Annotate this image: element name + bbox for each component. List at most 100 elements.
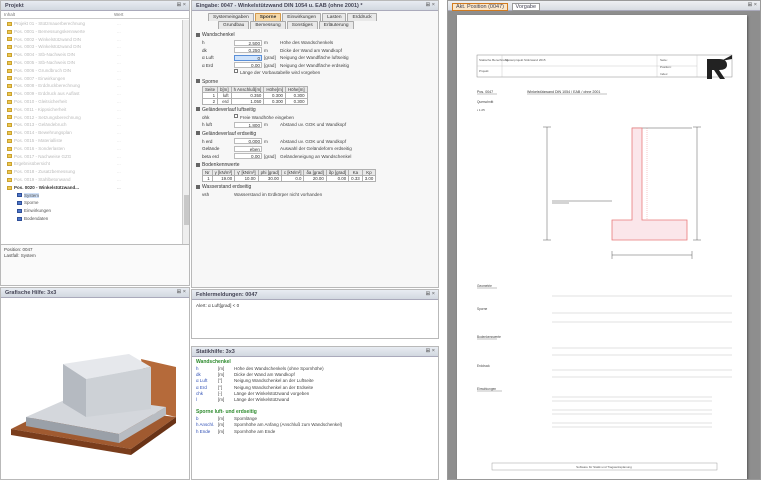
table-cell[interactable]: 0.300 [284, 97, 308, 105]
errors-panel-title: Fehlermeldungen: 0047 ⊞ × [192, 290, 438, 300]
tree-item[interactable]: Pos. 0002 - Winkelstützwand DIN... [1, 36, 183, 44]
tree-item-size: ... [117, 145, 121, 151]
table-cell[interactable]: 1.050 [230, 97, 265, 105]
folder-icon [7, 99, 12, 104]
tree-item[interactable]: Pos. 0019 - Stahlbetonwand... [1, 176, 183, 184]
tree-item[interactable]: Pos. 0011 - Kippsicherheit... [1, 106, 183, 114]
table-cell[interactable]: erd [217, 97, 232, 105]
panel-controls-icon[interactable]: ⊞ × [426, 2, 435, 8]
table-cell[interactable]: 1 [202, 175, 213, 182]
tree-col-name[interactable]: Inhalt [4, 12, 114, 17]
tab-current-position[interactable]: Akt. Position (0047) [452, 3, 508, 11]
tree-item[interactable]: Pos. 0006 - Grundbruch DIN... [1, 67, 183, 75]
tab-sporne[interactable]: Sporne [254, 13, 282, 21]
tree-item[interactable]: Pos. 0020 - Winkelstützwand...... [1, 184, 183, 192]
table-cell[interactable]: 0.300 [263, 97, 286, 105]
tree-subitem[interactable]: Einwirkungen [1, 207, 183, 215]
field-input[interactable]: 0.250 [234, 47, 262, 54]
tree-item[interactable]: Pos. 0007 - Einwirkungen... [1, 75, 183, 83]
section-wall[interactable]: Wandschenkel [196, 32, 434, 38]
field-input[interactable]: 0.00 [234, 153, 262, 160]
tree-item[interactable]: Pos. 0015 - Materialliste... [1, 137, 183, 145]
checkbox-icon[interactable] [234, 69, 238, 73]
section-earth-side[interactable]: Geländeverlauf erdseitig [196, 131, 434, 137]
table-row[interactable]: 1 19.00 10.00 30.00 0.0 20.00 0.00 0.33 3.00 [202, 175, 377, 182]
tree-item[interactable]: Pos. 0017 - Nachweise GZG... [1, 153, 183, 161]
tree-item[interactable]: Pos. 0010 - Gleitsicherheit... [1, 98, 183, 106]
section-air-side[interactable]: Geländeverlauf luftseitig [196, 107, 434, 113]
collapse-icon[interactable] [196, 32, 200, 37]
tab-erläuterung[interactable]: Erläuterung [318, 21, 354, 29]
table-cell[interactable]: 0.33 [348, 175, 363, 182]
tab-systemeingaben[interactable]: Systemeingaben [208, 13, 254, 21]
tab-grundbau[interactable]: Grundbau [218, 21, 250, 29]
tree-col-size[interactable]: Wert [114, 12, 123, 17]
tree-item[interactable]: Pos. 0004 - Stb-Nachweis DIN... [1, 51, 183, 59]
panel-controls-icon[interactable]: ⊞ × [177, 289, 186, 295]
tree-item[interactable]: Pos. 0018 - Zusatzbemessung... [1, 168, 183, 176]
scrollbar-thumb[interactable] [184, 195, 189, 225]
collapse-icon[interactable] [196, 107, 200, 112]
field-input[interactable]: 2.500 [234, 39, 262, 46]
tree-item[interactable]: Pos. 0005 - Stb-Nachweis DIN... [1, 59, 183, 67]
table-cell[interactable]: 0.00 [325, 175, 350, 182]
tab-sonstiges[interactable]: Sonstiges [286, 21, 318, 29]
help-symbol[interactable]: l [196, 397, 218, 403]
panel-controls-icon[interactable]: ⊞ × [177, 2, 186, 8]
collapse-icon[interactable] [196, 184, 200, 189]
table-cell[interactable]: 30.00 [257, 175, 282, 182]
tab-einwirkungen[interactable]: Einwirkungen [282, 13, 322, 21]
table-cell[interactable]: 2 [201, 97, 219, 105]
tree-subitem[interactable]: System [1, 192, 183, 200]
collapse-icon[interactable] [196, 162, 200, 167]
print-page[interactable]: Statische Berechnung Projekt: Musterproj… [457, 15, 747, 479]
spur-table[interactable]: Seite b[m] h Anschluß[m] Höhe[m] Höhe[m] 1 luf… [201, 85, 308, 105]
checkbox-icon[interactable] [234, 113, 238, 118]
field-input[interactable]: 0.00 [234, 62, 262, 69]
collapse-icon[interactable] [196, 131, 200, 136]
section-spur[interactable]: Sporne [196, 79, 434, 85]
tree-item[interactable]: Pos. 0012 - Setzungsberechnung... [1, 114, 183, 122]
table-cell[interactable]: 0.0 [280, 175, 305, 182]
section-soil[interactable]: Bodenkennwerte [196, 162, 434, 168]
project-tree[interactable]: Projekt 01 - Stützmauerberechnung... Pos.… [1, 20, 183, 244]
panel-controls-icon[interactable]: ⊞ × [426, 348, 435, 354]
tree-item[interactable]: Pos. 0009 - Erddruck aus Auflast... [1, 90, 183, 98]
tree-item-label: Pos. 0010 - Gleitsicherheit [14, 98, 67, 104]
tree-item[interactable]: Projekt 01 - Stützmauerberechnung... [1, 20, 183, 28]
tree-item[interactable]: Ergebnisübersicht... [1, 160, 183, 168]
table-cell[interactable]: 19.00 [211, 175, 236, 182]
tree-item[interactable]: Pos. 0016 - Sonderlasten... [1, 145, 183, 153]
help-symbol[interactable]: h Ende [196, 429, 218, 435]
field-input[interactable]: 0 [234, 54, 262, 61]
error-message[interactable]: Alert: α Luft[grad] < 0 [192, 300, 438, 311]
soil-table[interactable]: Nr γ [kN/m³] γ' [kN/m³] phi [grad] c [kN/m²]… [202, 169, 377, 182]
tree-scrollbar[interactable] [182, 20, 189, 244]
field-input[interactable]: eben [234, 145, 262, 152]
tab-bemessung[interactable]: Bemessung [250, 21, 286, 29]
table-row[interactable]: 2 erd 1.050 0.300 0.300 [201, 97, 308, 105]
tree-item[interactable]: Pos. 0003 - Winkelstützwand DIN... [1, 43, 183, 51]
table-cell[interactable]: 3.00 [361, 175, 377, 182]
tree-subitem[interactable]: Sporne [1, 199, 183, 207]
wall-3d-view[interactable] [1, 299, 189, 479]
table-cell[interactable]: 10.00 [234, 175, 259, 182]
free-height-check[interactable]: ohk Freie Wandhöhe eingeben [194, 113, 434, 122]
panel-controls-icon[interactable]: ⊞ × [426, 291, 435, 297]
section-water[interactable]: Wasserstand erdseitig [196, 184, 434, 190]
collapse-icon[interactable] [196, 79, 200, 84]
field-input[interactable]: 0.000 [234, 138, 262, 145]
tree-item[interactable]: Pos. 0001 - Bemessungskennwerte... [1, 28, 183, 36]
tab-lasten[interactable]: Lasten [322, 13, 347, 21]
wall-length-check[interactable]: hLänge der Vorbautabelle wird vorgeben [194, 69, 434, 77]
tree-item[interactable]: Pos. 0014 - Bewehrungsplan... [1, 129, 183, 137]
tree-subitem[interactable]: Bodendaten [1, 215, 183, 223]
tab-erddruck[interactable]: Erddruck [347, 13, 377, 21]
tree-item[interactable]: Pos. 0008 - Erddruckberechnung... [1, 82, 183, 90]
tree-item[interactable]: Pos. 0013 - Geländebruch... [1, 121, 183, 129]
table-cell[interactable]: 20.00 [303, 175, 327, 182]
panel-controls-icon[interactable]: ⊞ × [748, 2, 757, 8]
folder-icon [7, 177, 12, 182]
field-input[interactable]: 1.800 [234, 121, 262, 128]
tab-default[interactable]: Vorgabe [511, 3, 541, 11]
